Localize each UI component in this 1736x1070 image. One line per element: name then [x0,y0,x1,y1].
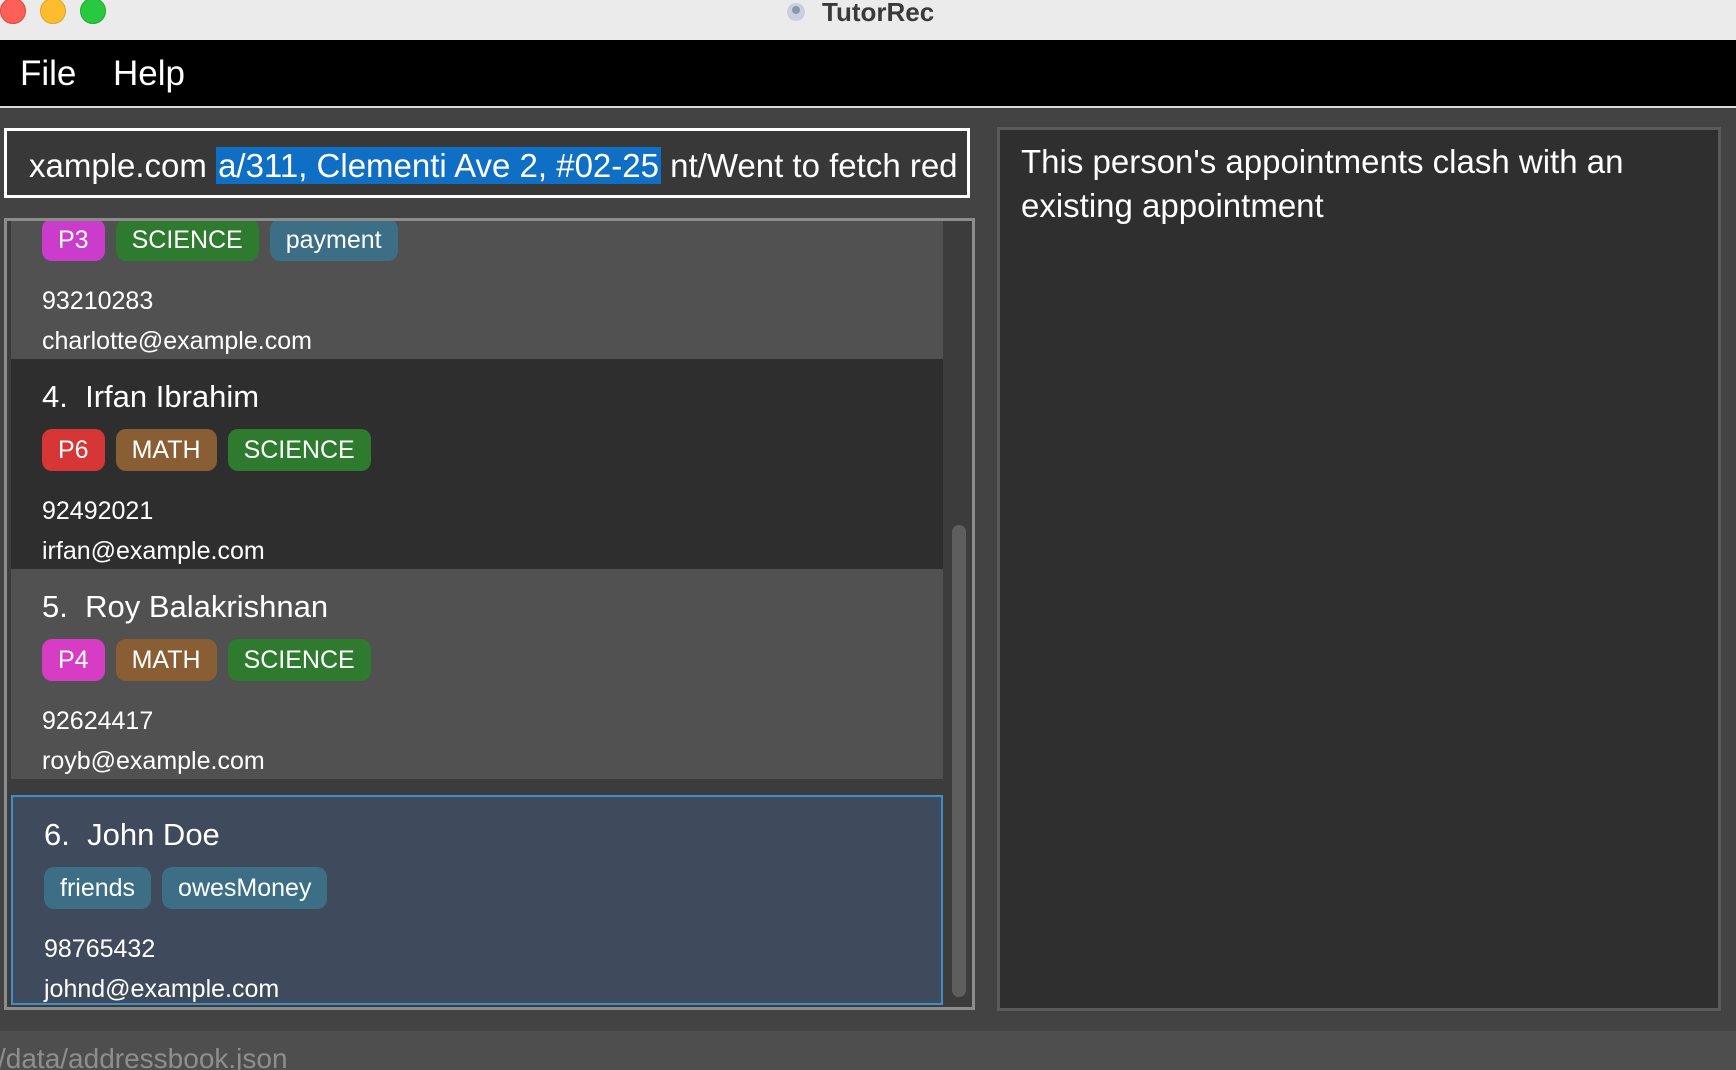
scrollbar-thumb[interactable] [952,525,966,997]
menu-help[interactable]: Help [113,54,185,94]
person-phone: 98765432 [44,935,156,963]
tag: SCIENCE [115,221,259,261]
person-card[interactable]: 5. Roy Balakrishnan P4 MATH SCIENCE 9262… [11,569,943,779]
person-list[interactable]: P3 SCIENCE payment 93210283 charlotte@ex… [4,218,975,1010]
tag-list: P6 MATH SCIENCE [42,429,371,471]
person-name: 5. Roy Balakrishnan [42,589,328,625]
person-name-text: John Doe [87,817,220,852]
tag: payment [269,221,398,261]
person-email: royb@example.com [42,747,265,775]
tag: P3 [42,221,105,261]
command-text-selection: a/311, Clementi Ave 2, #02-25 [216,147,661,184]
person-phone: 92492021 [42,497,154,525]
result-display: This person's appointments clash with an… [997,127,1721,1011]
tag-list: friends owesMoney [44,867,328,909]
tag: MATH [115,429,217,471]
command-text-after: nt/Went to fetch red [660,147,958,184]
tag: P6 [42,429,105,471]
minimize-window-button[interactable] [40,0,66,24]
person-name-text: Roy Balakrishnan [85,589,329,624]
person-email: johnd@example.com [44,975,280,1003]
tag: MATH [115,639,217,681]
tag: P4 [42,639,105,681]
command-input[interactable]: xample.com a/311, Clementi Ave 2, #02-25… [4,128,970,198]
result-message: This person's appointments clash with an… [1021,143,1624,224]
person-phone: 93210283 [42,287,154,315]
status-bar: /data/addressbook.json [0,1031,1736,1070]
person-name: 6. John Doe [44,817,220,853]
list-scrollbar[interactable] [945,221,972,1007]
tag-list: P3 SCIENCE payment [42,221,398,261]
person-card[interactable]: P3 SCIENCE payment 93210283 charlotte@ex… [11,221,943,359]
close-window-button[interactable] [0,0,26,24]
tag: owesMoney [162,867,328,909]
title-bar: TutorRec [0,0,1736,40]
person-phone: 92624417 [42,707,154,735]
command-text[interactable]: xample.com a/311, Clementi Ave 2, #02-25… [29,144,959,188]
person-email: charlotte@example.com [42,327,312,355]
tag: SCIENCE [227,639,371,681]
person-index: 6. [44,817,70,852]
tag-list: P4 MATH SCIENCE [42,639,371,681]
person-index: 5. [42,589,68,624]
menu-file[interactable]: File [20,54,76,94]
person-index: 4. [42,379,68,414]
command-text-before: xample.com [29,147,217,184]
tag: friends [44,867,152,909]
tag: SCIENCE [227,429,371,471]
person-name-text: Irfan Ibrahim [85,379,260,414]
person-email: irfan@example.com [42,537,265,565]
app-icon [787,3,805,21]
window-title: TutorRec [822,0,935,27]
person-name: 4. Irfan Ibrahim [42,379,259,415]
person-card-selected[interactable]: 6. John Doe friends owesMoney 98765432 j… [11,795,943,1005]
menu-bar: File Help [0,40,1736,108]
person-card[interactable]: 4. Irfan Ibrahim P6 MATH SCIENCE 9249202… [11,359,943,569]
maximize-window-button[interactable] [80,0,106,24]
save-file-path: /data/addressbook.json [0,1043,288,1070]
